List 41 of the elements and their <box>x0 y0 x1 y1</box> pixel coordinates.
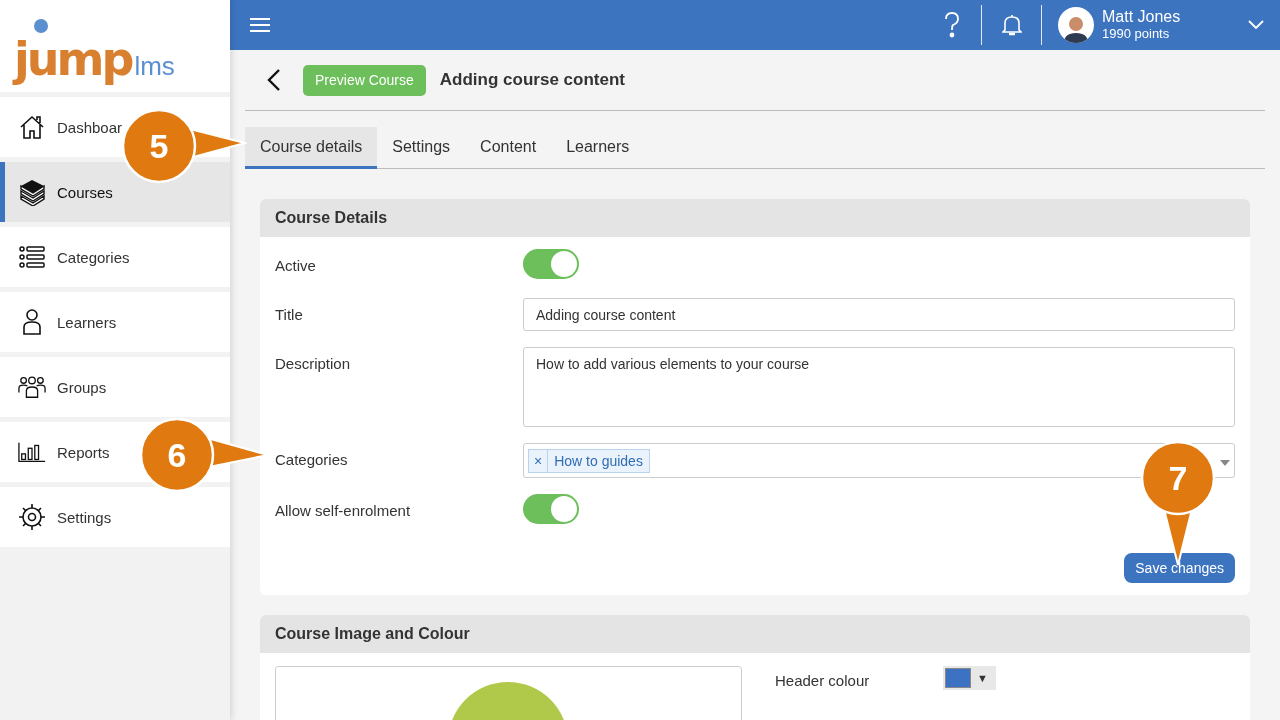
settings-icon <box>18 503 46 531</box>
sidebar-item[interactable]: Groups <box>0 357 230 417</box>
section-header: Course Image and Colour <box>260 615 1250 653</box>
bell-icon[interactable] <box>1001 14 1022 36</box>
field-label: Title <box>275 305 304 323</box>
tab[interactable]: Learners <box>551 127 645 169</box>
chevron-down-icon[interactable] <box>1248 20 1264 30</box>
toggle-switch[interactable] <box>523 494 579 524</box>
sidebar-item[interactable]: Courses <box>0 162 230 222</box>
tab[interactable]: Settings <box>377 127 466 169</box>
sidebar-item[interactable]: Categories <box>0 227 230 287</box>
avatar[interactable] <box>1058 7 1094 43</box>
tab[interactable]: Content <box>465 127 552 169</box>
person-icon <box>23 309 41 335</box>
sidebar-item[interactable]: Settings <box>0 487 230 547</box>
color-picker[interactable]: ▼ <box>943 666 996 690</box>
text-area[interactable]: How to add various elements to your course <box>523 347 1235 427</box>
text-field[interactable]: Adding course content <box>523 298 1235 331</box>
remove-tag-button[interactable]: × <box>528 448 548 473</box>
page-title: Adding course content <box>439 70 625 90</box>
house-icon <box>19 114 45 140</box>
dropdown-caret-icon[interactable] <box>1220 459 1230 466</box>
tab[interactable]: Course details <box>245 127 378 169</box>
field-label: Categories <box>275 450 349 468</box>
list-icon <box>19 246 45 268</box>
sidebar-item[interactable]: Learners <box>0 292 230 352</box>
user-points: 1990 points <box>1102 26 1171 42</box>
toggle-switch[interactable] <box>523 249 579 279</box>
books-icon <box>18 178 46 206</box>
section-header: Course Details <box>260 199 1250 237</box>
category-tag: How to guides <box>547 448 650 473</box>
bar-chart-icon <box>18 441 46 463</box>
field-label: Header colour <box>775 670 871 689</box>
field-label: Active <box>275 256 317 274</box>
logo: jumplms <box>14 18 175 88</box>
help-icon[interactable] <box>943 12 960 38</box>
user-name: Matt Jones <box>1102 8 1181 26</box>
menu-icon[interactable] <box>250 17 270 33</box>
field-label: Allow self-enrolment <box>275 501 412 519</box>
field-label: Description <box>275 354 352 372</box>
group-icon <box>18 375 46 399</box>
